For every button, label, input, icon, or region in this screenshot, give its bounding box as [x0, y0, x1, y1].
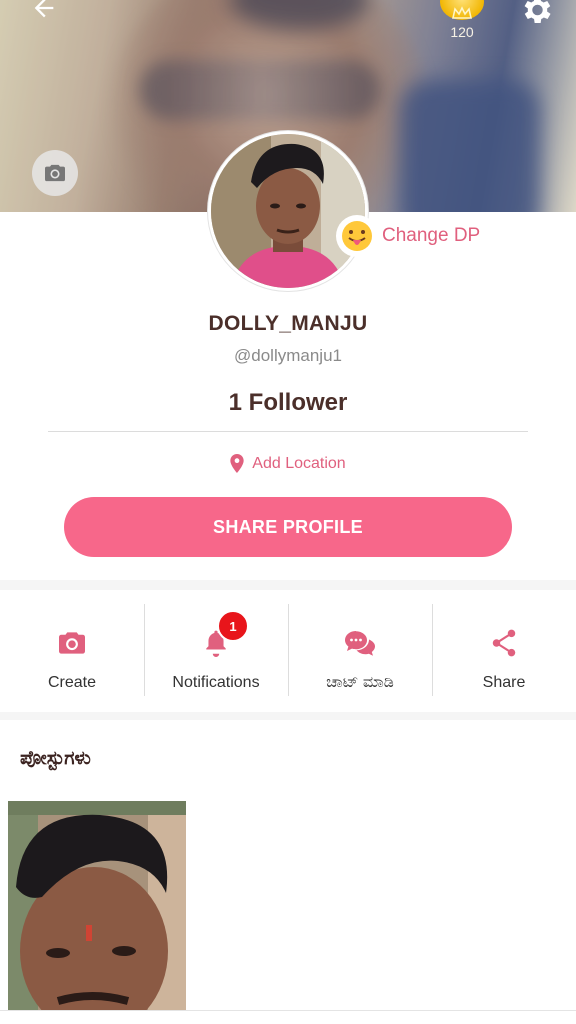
change-dp-label: Change DP: [382, 225, 481, 246]
avatar-photo: [211, 134, 365, 288]
posts-section: ಪೋಸ್ಟುಗಳು: [0, 720, 576, 1024]
share-profile-button[interactable]: SHARE PROFILE: [64, 497, 512, 557]
avatar[interactable]: [208, 131, 368, 291]
tongue-emoji-icon: [336, 215, 378, 257]
add-location-link[interactable]: Add Location: [0, 454, 576, 473]
notifications-label: Notifications: [172, 674, 260, 691]
post-photo: [8, 801, 186, 1013]
divider: [48, 431, 528, 432]
chat-label: ಚಾಟ್ ಮಾಡಿ: [326, 674, 394, 691]
post-thumbnail[interactable]: [8, 801, 186, 1013]
chat-button[interactable]: ಚಾಟ್ ಮಾಡಿ: [288, 590, 432, 712]
notifications-button[interactable]: 1 Notifications: [144, 590, 288, 712]
user-handle: @dollymanju1: [234, 346, 342, 365]
username: DOLLY_MANJU: [208, 312, 368, 335]
create-button[interactable]: Create: [0, 590, 144, 712]
action-bar: Create 1 Notifications ಚಾಟ್ ಮಾಡಿ Share: [0, 590, 576, 712]
profile-screen: 120 Change DP DOLLY_MANJU @dollymanju1 1…: [0, 0, 576, 1024]
share-label: Share: [482, 674, 526, 691]
chat-icon: [345, 631, 375, 656]
share-icon: [492, 629, 516, 657]
change-dp-button[interactable]: Change DP: [336, 212, 480, 260]
gear-icon: [524, 0, 551, 24]
crown-icon: [452, 6, 472, 19]
settings-button[interactable]: [518, 0, 554, 28]
add-location-label: Add Location: [252, 454, 346, 472]
notification-badge: 1: [217, 610, 249, 642]
coin-count: 120: [450, 24, 474, 40]
arrow-left-icon: [34, 0, 54, 18]
bottom-edge: [0, 1010, 576, 1024]
posts-title: ಪೋಸ್ಟುಗಳು: [20, 748, 91, 769]
followers-count[interactable]: 1 Follower: [0, 389, 576, 417]
change-cover-button[interactable]: [32, 150, 78, 196]
share-profile-label: SHARE PROFILE: [213, 516, 363, 537]
share-button[interactable]: Share: [432, 590, 576, 712]
camera-icon: [59, 632, 85, 654]
create-label: Create: [47, 674, 97, 691]
location-pin-icon: [230, 454, 244, 473]
camera-icon: [45, 164, 65, 182]
back-button[interactable]: [24, 0, 64, 26]
